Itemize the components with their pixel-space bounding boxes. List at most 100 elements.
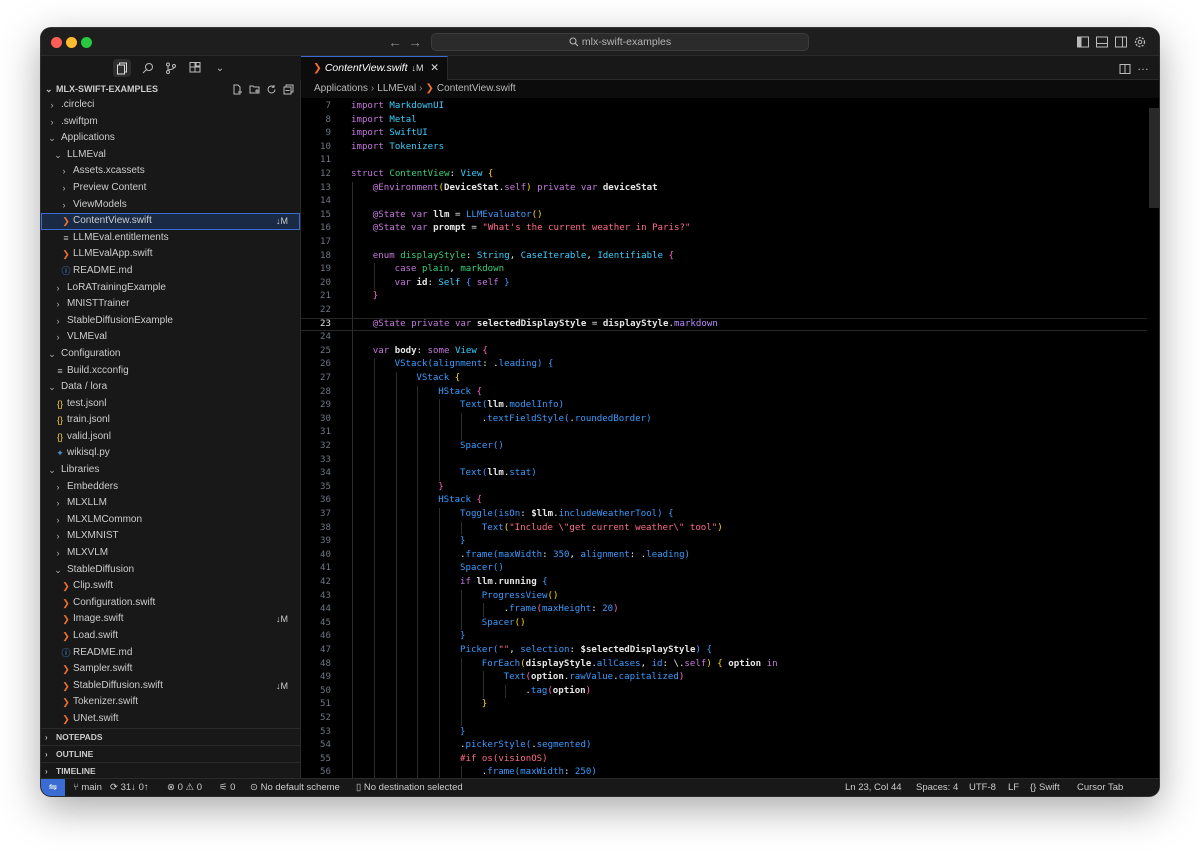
new-folder-icon[interactable] <box>249 83 260 94</box>
tree-file[interactable]: ❯ StableDiffusion.swift ↓M <box>41 678 300 695</box>
command-center-search[interactable]: mlx-swift-examples <box>431 33 809 51</box>
tree-folder[interactable]: › MLXLMCommon <box>41 512 300 529</box>
chevron-down-icon[interactable]: ⌄ <box>211 59 229 77</box>
timeline-section[interactable]: › TIMELINE <box>41 762 300 779</box>
tree-file[interactable]: {} test.jsonl <box>41 396 300 413</box>
search-icon[interactable] <box>139 59 157 77</box>
tree-file[interactable]: ❯ ContentView.swift ↓M <box>41 213 300 230</box>
outline-section[interactable]: › OUTLINE <box>41 745 300 762</box>
toggle-panel-icon[interactable] <box>1095 35 1109 49</box>
tree-file[interactable]: ❯ Tokenizer.swift <box>41 694 300 711</box>
tree-folder[interactable]: ⌄ Data / lora <box>41 379 300 396</box>
settings-gear-icon[interactable] <box>1133 35 1147 49</box>
swift-file-icon: ❯ <box>62 614 70 625</box>
new-file-icon[interactable] <box>232 83 243 95</box>
ports-indicator[interactable]: ⚟ 0 <box>219 779 235 796</box>
tree-file[interactable]: ❯ Clip.swift <box>41 578 300 595</box>
git-sync[interactable]: ⟳ 31↓ 0↑ <box>110 779 149 796</box>
problems-indicator[interactable]: ⊗ 0 ⚠ 0 <box>167 779 202 796</box>
minimize-window-button[interactable] <box>66 37 77 48</box>
scheme-selector[interactable]: ⊙ No default scheme <box>250 779 340 796</box>
tab-contentview-swift[interactable]: ❯ ContentView.swift ↓M ✕ <box>301 56 448 80</box>
tree-folder[interactable]: ⌄ Applications <box>41 130 300 147</box>
chevron-right-icon: › <box>56 548 60 559</box>
branch-icon: ⑂ <box>73 782 79 793</box>
swift-file-icon: ❯ <box>425 83 434 94</box>
line-number: 38 <box>320 522 331 533</box>
notepads-section[interactable]: › NOTEPADS <box>41 728 300 745</box>
tree-folder[interactable]: › ViewModels <box>41 197 300 214</box>
tree-file[interactable]: ⓘ README.md <box>41 645 300 662</box>
chevron-down-icon: ⌄ <box>54 149 62 160</box>
tree-file[interactable]: ❯ Load.swift <box>41 628 300 645</box>
tree-folder[interactable]: ⌄ Configuration <box>41 346 300 363</box>
remote-indicator-icon[interactable]: ⇋ <box>41 779 65 796</box>
code-line: @State var prompt = "What's the current … <box>372 223 691 234</box>
code-editor[interactable]: 7 import MarkdownUI 8 import Metal 9 import S… <box>301 98 1159 778</box>
tree-file[interactable]: {} valid.jsonl <box>41 429 300 446</box>
tree-folder[interactable]: › Embedders <box>41 479 300 496</box>
tree-folder[interactable]: › LoRATrainingExample <box>41 280 300 297</box>
refresh-icon[interactable] <box>266 83 277 94</box>
language-mode[interactable]: {} Swift <box>1030 779 1060 796</box>
tree-folder[interactable]: › Assets.xcassets <box>41 163 300 180</box>
tree-folder[interactable]: › Preview Content <box>41 180 300 197</box>
toggle-sidebar-icon[interactable] <box>1076 35 1090 49</box>
tree-folder[interactable]: › MLXVLM <box>41 545 300 562</box>
vertical-scrollbar[interactable] <box>1149 108 1159 208</box>
back-arrow-icon[interactable]: ← <box>388 34 402 50</box>
zoom-window-button[interactable] <box>81 37 92 48</box>
tree-folder[interactable]: › .circleci <box>41 97 300 114</box>
line-number: 41 <box>320 563 331 574</box>
chevron-right-icon: › <box>62 199 66 210</box>
tree-file[interactable]: ❯ LLMEvalApp.swift <box>41 246 300 263</box>
tree-folder[interactable]: ⌄ Libraries <box>41 462 300 479</box>
close-window-button[interactable] <box>51 37 62 48</box>
tree-file[interactable]: ❯ UNet.swift <box>41 711 300 728</box>
tree-folder[interactable]: › StableDiffusionExample <box>41 313 300 330</box>
extensions-icon[interactable] <box>186 59 204 77</box>
tree-folder[interactable]: › MLXLLM <box>41 495 300 512</box>
breadcrumb-item[interactable]: ContentView.swift <box>437 83 516 94</box>
tree-folder[interactable]: ⌄ LLMEval <box>41 147 300 164</box>
end-of-line[interactable]: LF <box>1008 779 1019 796</box>
tree-item-label: Assets.xcassets <box>73 165 145 177</box>
cursor-tab-status[interactable]: Cursor Tab <box>1077 779 1123 796</box>
line-number: 34 <box>320 468 331 479</box>
split-editor-icon[interactable] <box>1119 62 1131 74</box>
tree-file[interactable]: ❯ Configuration.swift <box>41 595 300 612</box>
destination-selector[interactable]: ▯ No destination selected <box>356 779 463 796</box>
section-label: NOTEPADS <box>56 732 103 742</box>
tree-file[interactable]: {} train.jsonl <box>41 412 300 429</box>
chevron-right-icon: › <box>45 733 48 742</box>
breadcrumb-item[interactable]: LLMEval <box>377 83 416 94</box>
collapse-all-icon[interactable] <box>283 83 294 95</box>
tree-file[interactable]: ≡ LLMEval.entitlements <box>41 230 300 247</box>
breadcrumb-item[interactable]: Applications <box>314 83 368 94</box>
tree-folder[interactable]: › VLMEval <box>41 329 300 346</box>
tree-file[interactable]: ≡ Build.xcconfig <box>41 363 300 380</box>
status-bar: ⇋ ⑂ main ⟳ 31↓ 0↑ ⊗ 0 ⚠ 0 ⚟ 0 ⊙ No defau… <box>41 778 1159 796</box>
indent-guide <box>439 399 441 481</box>
tree-file[interactable]: ❯ Image.swift ↓M <box>41 611 300 628</box>
tree-folder[interactable]: ⌄ StableDiffusion <box>41 562 300 579</box>
explorer-header[interactable]: ⌄ MLX-SWIFT-EXAMPLES <box>41 80 300 98</box>
tree-folder[interactable]: › MLXMNIST <box>41 528 300 545</box>
more-actions-icon[interactable]: … <box>1137 59 1149 73</box>
close-tab-icon[interactable]: ✕ <box>430 57 439 79</box>
forward-arrow-icon[interactable]: → <box>408 34 422 50</box>
indentation[interactable]: Spaces: 4 <box>916 779 958 796</box>
toggle-secondary-sidebar-icon[interactable] <box>1114 35 1128 49</box>
explorer-files-icon[interactable] <box>113 59 131 77</box>
source-control-icon[interactable] <box>162 59 180 77</box>
cursor-position[interactable]: Ln 23, Col 44 <box>845 779 902 796</box>
line-number: 45 <box>320 617 331 628</box>
tree-folder[interactable]: › .swiftpm <box>41 114 300 131</box>
git-branch[interactable]: ⑂ main <box>73 779 102 796</box>
tree-file[interactable]: ✦ wikisql.py <box>41 445 300 462</box>
encoding[interactable]: UTF-8 <box>969 779 996 796</box>
tree-file[interactable]: ⓘ README.md <box>41 263 300 280</box>
code-line: #if os(visionOS) <box>460 753 548 764</box>
tree-folder[interactable]: › MNISTTrainer <box>41 296 300 313</box>
tree-file[interactable]: ❯ Sampler.swift <box>41 661 300 678</box>
